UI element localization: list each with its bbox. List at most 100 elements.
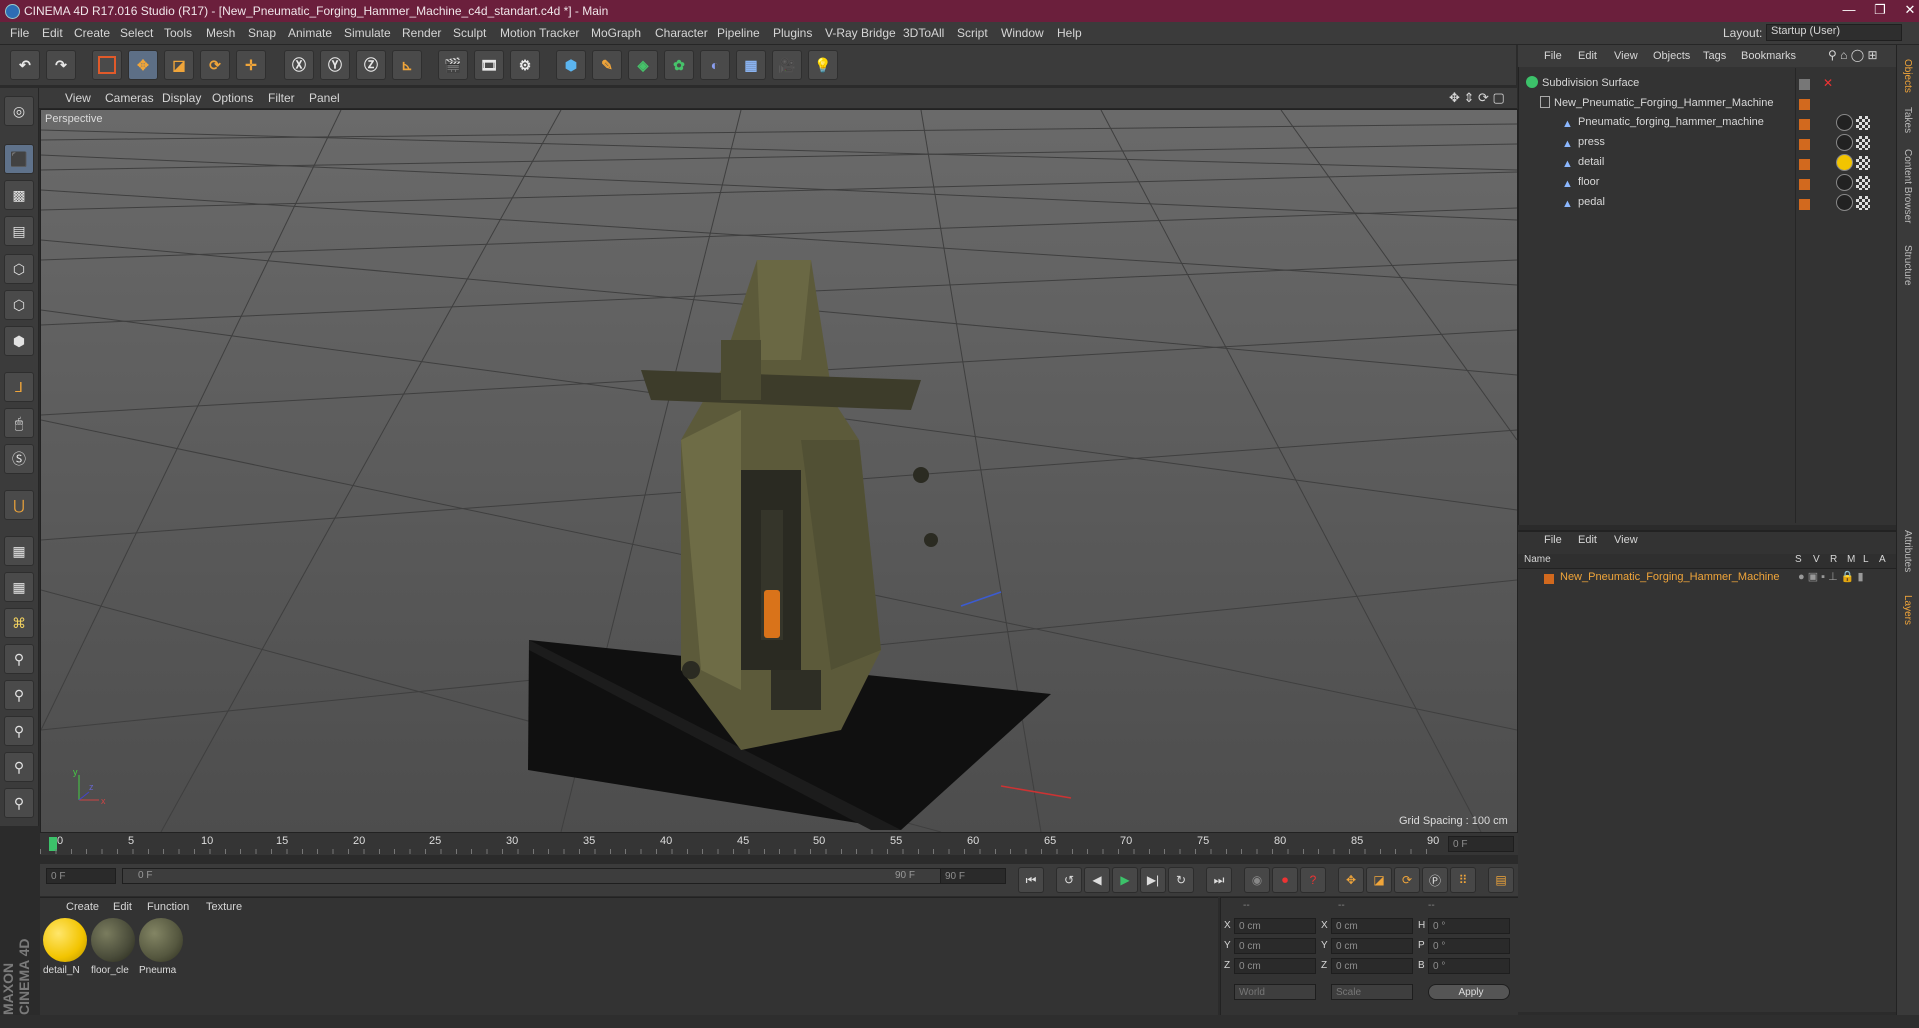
menu-pipeline[interactable]: Pipeline [717,26,760,40]
layer-menu-view[interactable]: View [1614,534,1638,546]
subdivision-surface-icon[interactable]: ◈ [628,50,658,80]
next-key-icon[interactable]: ↻ [1168,867,1194,893]
obj-menu-tags[interactable]: Tags [1703,50,1726,62]
rotate-tool-icon[interactable]: ⟳ [200,50,230,80]
obj-menu-view[interactable]: View [1614,50,1638,62]
current-frame-field[interactable]: 0 F [1448,836,1514,852]
menu-snap[interactable]: Snap [248,26,276,40]
layer-col-v[interactable]: V [1813,554,1820,565]
grid-snap-icon[interactable]: ▦ [4,572,34,602]
material-swatch-detail[interactable] [43,918,87,962]
move-tool-icon[interactable]: ✥ [128,50,158,80]
menu-tools[interactable]: Tools [164,26,192,40]
workplane-mode-icon[interactable]: ▤ [4,216,34,246]
obj-menu-edit[interactable]: Edit [1578,50,1597,62]
menu-mesh[interactable]: Mesh [206,26,235,40]
menu-file[interactable]: File [10,26,29,40]
viewport-navigation-icons[interactable]: ✥ ⇕ ⟳ ▢ [1449,90,1505,106]
undo-icon[interactable]: ↶ [10,50,40,80]
obj-menu-objects[interactable]: Objects [1653,50,1690,62]
rotation-h-field[interactable]: 0 ° [1428,918,1510,934]
key-parameter-icon[interactable]: Ⓟ [1422,867,1448,893]
close-icon[interactable]: ✕ [1890,2,1919,20]
tab-takes[interactable]: Takes [1902,107,1913,133]
key-pla-icon[interactable]: ⠿ [1450,867,1476,893]
object-row-detail[interactable]: ▲ detail [1522,156,1794,176]
material-tag-icon[interactable] [1836,194,1853,211]
menu-simulate[interactable]: Simulate [344,26,391,40]
layer-color-swatch[interactable] [1799,119,1810,130]
make-editable-icon[interactable]: ◎ [4,96,34,126]
go-to-start-icon[interactable]: ⏮ [1018,867,1044,893]
redo-icon[interactable]: ↷ [46,50,76,80]
y-axis-lock-icon[interactable]: Ⓨ [320,50,350,80]
menu-select[interactable]: Select [120,26,153,40]
menu-character[interactable]: Character [655,26,708,40]
snap-magnet-icon[interactable]: ⋃ [4,490,34,520]
workplane-lock-icon[interactable]: ▦ [4,536,34,566]
material-tag-icon[interactable] [1836,114,1853,131]
menu-render[interactable]: Render [402,26,441,40]
polygons-mode-icon[interactable]: ⬢ [4,326,34,356]
viewport-menu-display[interactable]: Display [162,91,201,105]
obj-menu-file[interactable]: File [1544,50,1562,62]
timeline-window-icon[interactable]: ▤ [1488,867,1514,893]
transform-tool-icon[interactable]: ✛ [236,50,266,80]
cube-object-icon[interactable]: ⬢ [556,50,586,80]
tab-structure[interactable]: Structure [1902,245,1913,286]
object-row-floor[interactable]: ▲ floor [1522,176,1794,196]
z-axis-lock-icon[interactable]: Ⓩ [356,50,386,80]
viewport-menu-filter[interactable]: Filter [268,91,295,105]
solo-mode-icon[interactable]: Ⓢ [4,444,34,474]
texture-tag-icon[interactable] [1856,176,1870,190]
layer-col-r[interactable]: R [1830,554,1837,565]
magnet-tool-icon[interactable]: ⚲ [4,752,34,782]
layer-color-swatch[interactable] [1544,574,1554,584]
texture-tag-icon[interactable] [1856,156,1870,170]
mat-menu-edit[interactable]: Edit [113,901,132,913]
live-selection-icon[interactable] [92,50,122,80]
layer-color-swatch[interactable] [1799,79,1810,90]
size-z-field[interactable]: 0 cm [1331,958,1413,974]
points-mode-icon[interactable]: ⬡ [4,254,34,284]
go-to-end-icon[interactable]: ⏭ [1206,867,1232,893]
texture-mode-icon[interactable]: ▩ [4,180,34,210]
rotation-b-field[interactable]: 0 ° [1428,958,1510,974]
viewport-menu-cameras[interactable]: Cameras [105,91,154,105]
tab-objects[interactable]: Objects [1902,59,1913,93]
perspective-viewport[interactable]: y x z Perspective Grid Spacing : 100 cm [40,109,1518,833]
obj-menu-bookmarks[interactable]: Bookmarks [1741,50,1796,62]
layer-col-s[interactable]: S [1795,554,1802,565]
menu-3dtoall[interactable]: 3DToAll [903,26,944,40]
position-x-field[interactable]: 0 cm [1234,918,1316,934]
mat-menu-create[interactable]: Create [66,901,99,913]
menu-animate[interactable]: Animate [288,26,332,40]
menu-vray-bridge[interactable]: V-Ray Bridge [825,26,896,40]
render-view-icon[interactable]: 🎬 [438,50,468,80]
menu-create[interactable]: Create [74,26,110,40]
previous-key-icon[interactable]: ↺ [1056,867,1082,893]
tweak-mode-icon[interactable]: 🖱 [4,408,34,438]
object-row-pneumatic[interactable]: ▲ Pneumatic_forging_hammer_machine [1522,116,1794,136]
end-frame-field[interactable]: 90 F [940,868,1006,884]
keyframe-selection-icon[interactable]: ? [1300,867,1326,893]
tab-layers[interactable]: Layers [1902,595,1913,625]
viewport-menu-panel[interactable]: Panel [309,91,340,105]
scale-tool-icon[interactable]: ◪ [164,50,194,80]
previous-frame-icon[interactable]: ◀ [1084,867,1110,893]
paint-tool-icon[interactable]: ⚲ [4,680,34,710]
layer-row-name[interactable]: New_Pneumatic_Forging_Hammer_Machine [1560,571,1780,583]
viewport-menu-options[interactable]: Options [212,91,253,105]
texture-tag-icon[interactable] [1856,196,1870,210]
auto-keying-icon[interactable]: ⏺ [1272,867,1298,893]
range-slider[interactable] [122,868,962,884]
next-frame-icon[interactable]: ▶| [1140,867,1166,893]
timeline-ruler[interactable]: 0 5 10 15 20 25 30 35 40 45 50 55 60 65 … [40,833,1518,855]
layer-color-swatch[interactable] [1799,99,1810,110]
mat-menu-texture[interactable]: Texture [206,901,242,913]
record-keys-icon[interactable]: ◉ [1244,867,1270,893]
size-x-field[interactable]: 0 cm [1331,918,1413,934]
object-row-pedal[interactable]: ▲ pedal [1522,196,1794,216]
mat-menu-function[interactable]: Function [147,901,189,913]
disable-x-icon[interactable]: ✕ [1823,76,1833,90]
